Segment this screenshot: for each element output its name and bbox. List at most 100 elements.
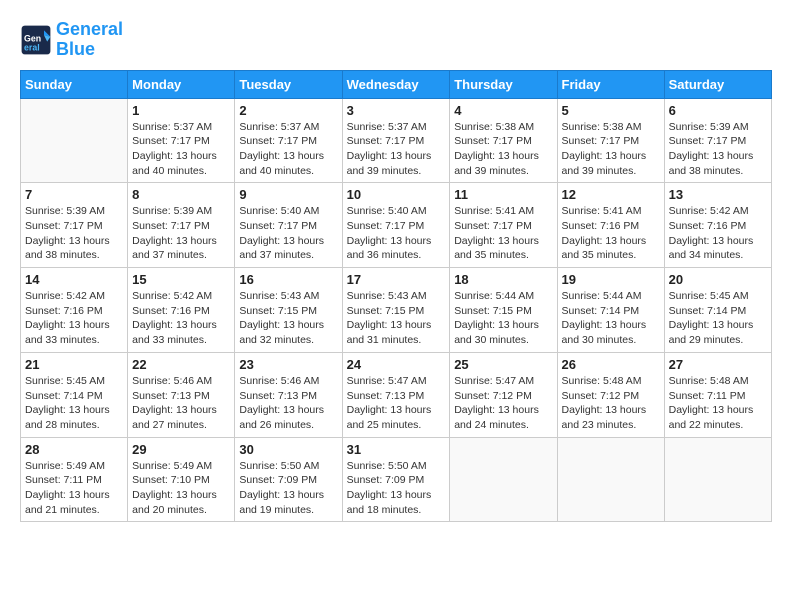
day-number: 29 [132,442,230,457]
day-info: Sunrise: 5:47 AMSunset: 7:13 PMDaylight:… [347,374,446,433]
day-info: Sunrise: 5:48 AMSunset: 7:12 PMDaylight:… [562,374,660,433]
day-info: Sunrise: 5:40 AMSunset: 7:17 PMDaylight:… [239,204,337,263]
calendar-week-row: 1 Sunrise: 5:37 AMSunset: 7:17 PMDaylight… [21,98,772,183]
calendar-cell: 30 Sunrise: 5:50 AMSunset: 7:09 PMDayligh… [235,437,342,522]
day-number: 12 [562,187,660,202]
calendar-cell: 15 Sunrise: 5:42 AMSunset: 7:16 PMDayligh… [128,268,235,353]
day-number: 21 [25,357,123,372]
day-info: Sunrise: 5:38 AMSunset: 7:17 PMDaylight:… [562,120,660,179]
day-number: 14 [25,272,123,287]
logo-text: GeneralBlue [56,20,123,60]
day-info: Sunrise: 5:49 AMSunset: 7:10 PMDaylight:… [132,459,230,518]
day-info: Sunrise: 5:41 AMSunset: 7:16 PMDaylight:… [562,204,660,263]
calendar-week-row: 7 Sunrise: 5:39 AMSunset: 7:17 PMDaylight… [21,183,772,268]
calendar-cell [21,98,128,183]
day-info: Sunrise: 5:42 AMSunset: 7:16 PMDaylight:… [669,204,767,263]
calendar-cell: 20 Sunrise: 5:45 AMSunset: 7:14 PMDayligh… [664,268,771,353]
day-info: Sunrise: 5:49 AMSunset: 7:11 PMDaylight:… [25,459,123,518]
day-info: Sunrise: 5:39 AMSunset: 7:17 PMDaylight:… [25,204,123,263]
day-number: 6 [669,103,767,118]
calendar-cell: 19Sunrise: 5:44 AMSunset: 7:14 PMDayligh… [557,268,664,353]
day-info: Sunrise: 5:42 AMSunset: 7:16 PMDaylight:… [132,289,230,348]
calendar-cell: 9 Sunrise: 5:40 AMSunset: 7:17 PMDaylight… [235,183,342,268]
day-number: 18 [454,272,552,287]
day-info: Sunrise: 5:42 AMSunset: 7:16 PMDaylight:… [25,289,123,348]
calendar-cell: 8 Sunrise: 5:39 AMSunset: 7:17 PMDaylight… [128,183,235,268]
day-number: 3 [347,103,446,118]
day-number: 15 [132,272,230,287]
calendar-cell: 22Sunrise: 5:46 AMSunset: 7:13 PMDayligh… [128,352,235,437]
calendar-cell: 7 Sunrise: 5:39 AMSunset: 7:17 PMDaylight… [21,183,128,268]
calendar-cell: 31 Sunrise: 5:50 AMSunset: 7:09 PMDayligh… [342,437,450,522]
day-number: 8 [132,187,230,202]
day-number: 26 [562,357,660,372]
day-number: 9 [239,187,337,202]
calendar-cell: 18 Sunrise: 5:44 AMSunset: 7:15 PMDayligh… [450,268,557,353]
day-info: Sunrise: 5:37 AMSunset: 7:17 PMDaylight:… [239,120,337,179]
day-info: Sunrise: 5:37 AMSunset: 7:17 PMDaylight:… [347,120,446,179]
day-info: Sunrise: 5:41 AMSunset: 7:17 PMDaylight:… [454,204,552,263]
weekday-header: Monday [128,70,235,98]
day-number: 7 [25,187,123,202]
day-info: Sunrise: 5:44 AMSunset: 7:14 PMDaylight:… [562,289,660,348]
calendar-cell: 26 Sunrise: 5:48 AMSunset: 7:12 PMDayligh… [557,352,664,437]
svg-text:eral: eral [24,42,40,52]
day-info: Sunrise: 5:37 AMSunset: 7:17 PMDaylight:… [132,120,230,179]
day-info: Sunrise: 5:45 AMSunset: 7:14 PMDaylight:… [25,374,123,433]
day-number: 25 [454,357,552,372]
day-info: Sunrise: 5:50 AMSunset: 7:09 PMDaylight:… [239,459,337,518]
day-number: 2 [239,103,337,118]
day-number: 23 [239,357,337,372]
calendar-cell: 29 Sunrise: 5:49 AMSunset: 7:10 PMDayligh… [128,437,235,522]
day-number: 31 [347,442,446,457]
day-number: 16 [239,272,337,287]
calendar-cell: 28 Sunrise: 5:49 AMSunset: 7:11 PMDayligh… [21,437,128,522]
calendar-cell: 5 Sunrise: 5:38 AMSunset: 7:17 PMDaylight… [557,98,664,183]
day-number: 28 [25,442,123,457]
day-number: 20 [669,272,767,287]
calendar-cell: 4 Sunrise: 5:38 AMSunset: 7:17 PMDaylight… [450,98,557,183]
calendar-cell: 2 Sunrise: 5:37 AMSunset: 7:17 PMDaylight… [235,98,342,183]
calendar-cell: 6Sunrise: 5:39 AMSunset: 7:17 PMDaylight… [664,98,771,183]
day-number: 27 [669,357,767,372]
calendar-cell: 23 Sunrise: 5:46 AMSunset: 7:13 PMDayligh… [235,352,342,437]
day-number: 1 [132,103,230,118]
calendar-table: SundayMondayTuesdayWednesdayThursdayFrid… [20,70,772,523]
calendar-cell [664,437,771,522]
day-info: Sunrise: 5:46 AMSunset: 7:13 PMDaylight:… [132,374,230,433]
weekday-header: Tuesday [235,70,342,98]
day-info: Sunrise: 5:43 AMSunset: 7:15 PMDaylight:… [347,289,446,348]
day-number: 17 [347,272,446,287]
day-info: Sunrise: 5:47 AMSunset: 7:12 PMDaylight:… [454,374,552,433]
calendar-header: SundayMondayTuesdayWednesdayThursdayFrid… [21,70,772,98]
calendar-week-row: 21 Sunrise: 5:45 AMSunset: 7:14 PMDayligh… [21,352,772,437]
day-info: Sunrise: 5:39 AMSunset: 7:17 PMDaylight:… [132,204,230,263]
day-number: 13 [669,187,767,202]
calendar-cell: 3 Sunrise: 5:37 AMSunset: 7:17 PMDaylight… [342,98,450,183]
calendar-cell: 16 Sunrise: 5:43 AMSunset: 7:15 PMDayligh… [235,268,342,353]
calendar-cell: 14 Sunrise: 5:42 AMSunset: 7:16 PMDayligh… [21,268,128,353]
day-info: Sunrise: 5:44 AMSunset: 7:15 PMDaylight:… [454,289,552,348]
calendar-cell [450,437,557,522]
day-info: Sunrise: 5:45 AMSunset: 7:14 PMDaylight:… [669,289,767,348]
calendar-week-row: 14 Sunrise: 5:42 AMSunset: 7:16 PMDayligh… [21,268,772,353]
calendar-cell: 11Sunrise: 5:41 AMSunset: 7:17 PMDayligh… [450,183,557,268]
calendar-week-row: 28 Sunrise: 5:49 AMSunset: 7:11 PMDayligh… [21,437,772,522]
weekday-header: Sunday [21,70,128,98]
day-number: 5 [562,103,660,118]
day-number: 4 [454,103,552,118]
day-number: 30 [239,442,337,457]
weekday-header: Friday [557,70,664,98]
day-info: Sunrise: 5:43 AMSunset: 7:15 PMDaylight:… [239,289,337,348]
logo: Gen eral GeneralBlue [20,20,123,60]
page-header: Gen eral GeneralBlue [20,20,772,60]
weekday-header: Wednesday [342,70,450,98]
day-info: Sunrise: 5:40 AMSunset: 7:17 PMDaylight:… [347,204,446,263]
calendar-cell: 21 Sunrise: 5:45 AMSunset: 7:14 PMDayligh… [21,352,128,437]
day-info: Sunrise: 5:50 AMSunset: 7:09 PMDaylight:… [347,459,446,518]
calendar-cell: 10Sunrise: 5:40 AMSunset: 7:17 PMDayligh… [342,183,450,268]
day-info: Sunrise: 5:46 AMSunset: 7:13 PMDaylight:… [239,374,337,433]
weekday-header: Saturday [664,70,771,98]
calendar-cell: 24Sunrise: 5:47 AMSunset: 7:13 PMDayligh… [342,352,450,437]
day-info: Sunrise: 5:38 AMSunset: 7:17 PMDaylight:… [454,120,552,179]
